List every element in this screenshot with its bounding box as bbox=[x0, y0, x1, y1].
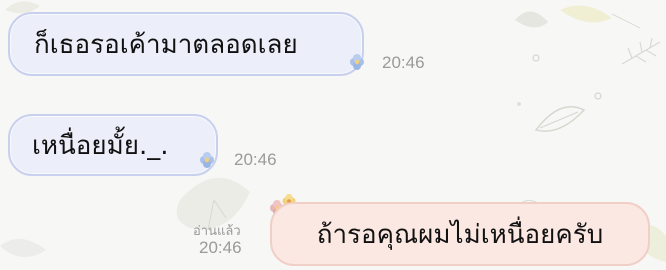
message-bubble-incoming[interactable]: ก็เธอรอเค้ามาตลอดเลย bbox=[8, 12, 364, 76]
message-timestamp: 20:46 bbox=[382, 53, 425, 72]
message-timestamp: 20:46 bbox=[199, 238, 242, 257]
flower-icon bbox=[350, 54, 364, 70]
message-text: ก็เธอรอเค้ามาตลอดเลย bbox=[34, 29, 298, 60]
message-text: ถ้ารอคุณผมไม่เหนื่อยครับ bbox=[316, 219, 604, 250]
message-bubble-outgoing[interactable]: ถ้ารอคุณผมไม่เหนื่อยครับ bbox=[270, 202, 650, 266]
message-timestamp: 20:46 bbox=[234, 150, 277, 169]
message-text: เหนื่อยมั้ย._. bbox=[32, 130, 169, 161]
message-bubble-incoming[interactable]: เหนื่อยมั้ย._. bbox=[8, 114, 218, 176]
flower-icon bbox=[200, 152, 214, 168]
